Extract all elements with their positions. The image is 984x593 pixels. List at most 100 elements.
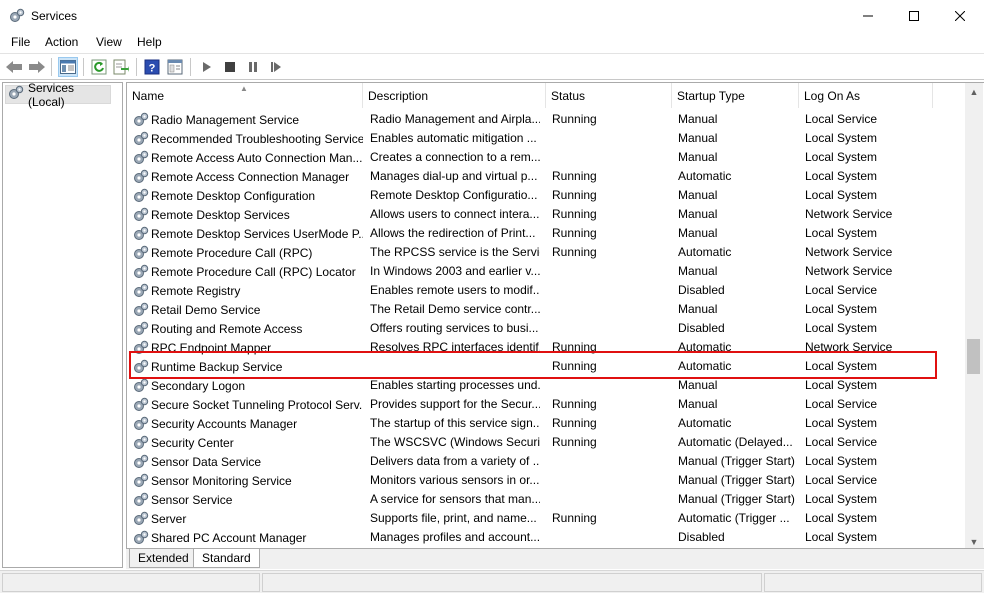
service-row[interactable]: Sensor Monitoring Service Monitors variou…	[127, 471, 965, 490]
column-header-description[interactable]: Description	[363, 83, 546, 108]
column-header-startup-type[interactable]: Startup Type	[672, 83, 799, 108]
service-name: Routing and Remote Access	[151, 322, 303, 336]
service-row[interactable]: Server Supports file, print, and name... R…	[127, 509, 965, 528]
service-row[interactable]: Sensor Service A service for sensors that…	[127, 490, 965, 509]
service-row[interactable]: Secondary Logon Enables starting processe…	[127, 376, 965, 395]
service-log-on-as: Local System	[805, 131, 878, 145]
service-row[interactable]: Remote Access Auto Connection Man... Crea…	[127, 148, 965, 167]
service-row[interactable]: Remote Desktop Services UserMode P... All…	[127, 224, 965, 243]
restart-service-icon[interactable]	[266, 57, 286, 77]
status-segment	[262, 573, 762, 592]
service-row[interactable]: RPC Endpoint Mapper Resolves RPC interfac…	[127, 338, 965, 357]
service-row[interactable]: Remote Registry Enables remote users to m…	[127, 281, 965, 300]
service-description: Provides support for the Secur...	[370, 397, 540, 411]
service-name: Shared PC Account Manager	[151, 531, 307, 545]
service-row[interactable]: Remote Procedure Call (RPC) The RPCSS ser…	[127, 243, 965, 262]
service-row[interactable]: Radio Management Service Radio Management…	[127, 110, 965, 129]
console-tree: Services (Local)	[2, 81, 123, 568]
pause-service-icon[interactable]	[243, 57, 263, 77]
column-header-status[interactable]: Status	[546, 83, 672, 108]
service-row[interactable]: Security Accounts Manager The startup of …	[127, 414, 965, 433]
properties-icon[interactable]	[165, 57, 185, 77]
service-startup-type: Disabled	[678, 321, 725, 335]
service-startup-type: Manual (Trigger Start)	[678, 492, 795, 506]
stop-service-icon[interactable]	[220, 57, 240, 77]
start-service-icon[interactable]	[197, 57, 217, 77]
service-description: In Windows 2003 and earlier v...	[370, 264, 540, 278]
status-segment	[2, 573, 260, 592]
service-row[interactable]: Remote Access Connection Manager Manages …	[127, 167, 965, 186]
service-name: Sensor Monitoring Service	[151, 474, 292, 488]
scroll-down-icon[interactable]: ▼	[965, 533, 983, 548]
vertical-scrollbar[interactable]: ▲ ▼	[965, 83, 983, 548]
maximize-icon	[909, 10, 919, 21]
back-icon[interactable]	[4, 57, 24, 77]
service-startup-type: Disabled	[678, 530, 725, 544]
minimize-icon	[863, 15, 873, 16]
view-tabs: Extended Standard	[126, 549, 984, 569]
service-description: The WSCSVC (Windows Securi...	[370, 435, 540, 449]
service-gear-icon	[133, 435, 149, 451]
service-status: Running	[552, 245, 597, 259]
list-header: Name ▲ Description Status Startup Type L…	[127, 83, 965, 108]
service-row[interactable]: Runtime Backup Service Running Automatic Lo…	[127, 357, 965, 376]
service-row[interactable]: Retail Demo Service The Retail Demo servi…	[127, 300, 965, 319]
service-startup-type: Disabled	[678, 283, 725, 297]
scroll-up-icon[interactable]: ▲	[965, 83, 983, 100]
service-startup-type: Manual (Trigger Start)	[678, 473, 795, 487]
service-startup-type: Automatic	[678, 245, 732, 259]
tab-standard[interactable]: Standard	[193, 549, 260, 568]
service-startup-type: Automatic	[678, 340, 732, 354]
help-icon[interactable]: ?	[142, 57, 162, 77]
service-description: Offers routing services to busi...	[370, 321, 539, 335]
service-gear-icon	[133, 378, 149, 394]
service-gear-icon	[133, 188, 149, 204]
service-name: Sensor Service	[151, 493, 233, 507]
menu-help[interactable]: Help	[137, 35, 162, 49]
service-description: Allows users to connect intera...	[370, 207, 540, 221]
scrollbar-thumb[interactable]	[967, 339, 980, 374]
menu-file[interactable]: File	[11, 35, 30, 49]
service-startup-type: Manual	[678, 112, 718, 126]
menu-view[interactable]: View	[96, 35, 122, 49]
service-row[interactable]: Routing and Remote Access Offers routing …	[127, 319, 965, 338]
maximize-button[interactable]	[891, 0, 937, 31]
service-startup-type: Automatic	[678, 416, 732, 430]
service-name: Remote Procedure Call (RPC)	[151, 246, 313, 260]
service-row[interactable]: Remote Desktop Configuration Remote Deskt…	[127, 186, 965, 205]
service-name-cell: Secure Socket Tunneling Protocol Serv...	[133, 397, 363, 413]
service-row[interactable]: Sensor Data Service Delivers data from a …	[127, 452, 965, 471]
status-bar	[0, 570, 984, 593]
service-row[interactable]: Secure Socket Tunneling Protocol Serv...…	[127, 395, 965, 414]
service-row[interactable]: Recommended Troubleshooting Service Enabl…	[127, 129, 965, 148]
service-status: Running	[552, 112, 597, 126]
service-log-on-as: Local System	[805, 416, 878, 430]
service-description: Allows the redirection of Print...	[370, 226, 536, 240]
service-name-cell: Radio Management Service	[133, 112, 363, 128]
forward-icon[interactable]	[27, 57, 47, 77]
column-header-log-on-as[interactable]: Log On As	[799, 83, 933, 108]
tab-extended[interactable]: Extended	[129, 549, 198, 568]
service-description: Manages profiles and account...	[370, 530, 540, 544]
service-row[interactable]: Security Center The WSCSVC (Windows Secur…	[127, 433, 965, 452]
service-log-on-as: Local System	[805, 359, 878, 373]
service-row[interactable]: Shared PC Account Manager Manages profile…	[127, 528, 965, 547]
show-hide-console-tree-icon[interactable]	[58, 57, 78, 77]
service-gear-icon	[133, 530, 149, 546]
services-gear-icon	[8, 85, 24, 104]
toolbar-separator	[190, 58, 191, 76]
export-list-icon[interactable]	[111, 57, 131, 77]
close-button[interactable]	[937, 0, 983, 31]
service-row[interactable]: Remote Desktop Services Allows users to c…	[127, 205, 965, 224]
refresh-icon[interactable]	[89, 57, 109, 77]
service-row[interactable]: Remote Procedure Call (RPC) Locator In Wi…	[127, 262, 965, 281]
minimize-button[interactable]	[845, 0, 891, 31]
service-description: The Retail Demo service contr...	[370, 302, 540, 316]
service-name: Remote Access Connection Manager	[151, 170, 350, 184]
column-header-name[interactable]: Name ▲	[127, 83, 363, 108]
tree-node-services-local[interactable]: Services (Local)	[5, 81, 111, 109]
menu-action[interactable]: Action	[45, 35, 78, 49]
service-log-on-as: Local System	[805, 454, 878, 468]
service-name: Secondary Logon	[151, 379, 246, 393]
service-name: Secure Socket Tunneling Protocol Serv...	[151, 398, 363, 412]
